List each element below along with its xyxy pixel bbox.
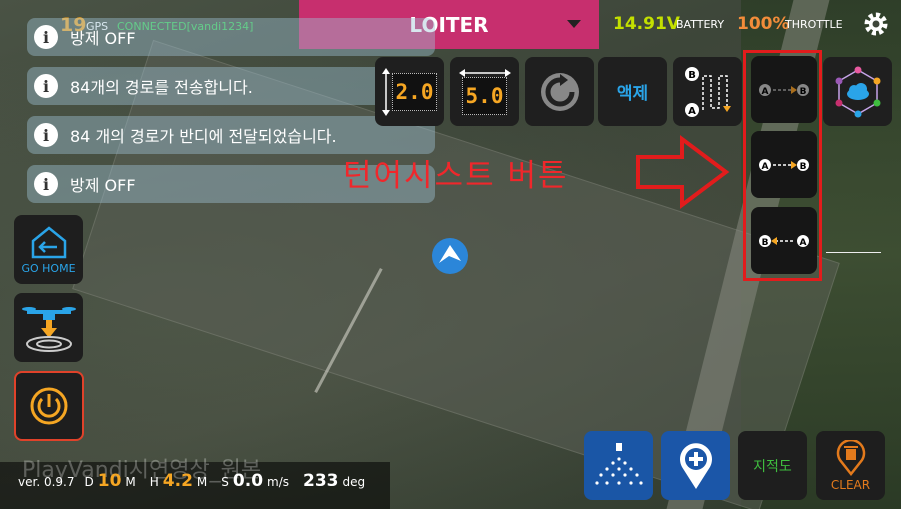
a-to-b-icon: A B: [759, 84, 809, 97]
height-value: 2.0: [391, 72, 438, 111]
cadastral-map-button[interactable]: 지적도: [738, 431, 807, 500]
add-location-icon: [679, 442, 712, 489]
message-item: i 방제 OFF: [27, 18, 435, 56]
turn-assist-a-to-b-button[interactable]: A B: [751, 131, 817, 198]
distance-value: 10: [97, 471, 122, 491]
svg-text:A: A: [762, 87, 769, 97]
cadastral-map-label: 지적도: [753, 458, 792, 475]
height-label: H: [149, 475, 159, 489]
clear-button[interactable]: CLEAR: [816, 431, 885, 500]
speed-value: 0.0: [232, 471, 264, 491]
svg-text:B: B: [800, 87, 807, 97]
spray-nozzle-icon: [594, 442, 643, 485]
spacing-value: 5.0: [461, 76, 508, 115]
distance-label: D: [84, 475, 94, 489]
info-icon: i: [34, 172, 58, 196]
route-pattern-icon: B A: [684, 66, 731, 117]
go-home-label: GO HOME: [21, 261, 76, 275]
throttle-label: THROTTLE: [785, 18, 843, 31]
power-icon: [30, 387, 68, 425]
info-icon: i: [34, 74, 58, 98]
annotation-arrow-icon: [636, 135, 730, 209]
turn-assist-annotation: 턴어시스트 버튼: [343, 158, 569, 194]
message-text: 84 개의 경로가 반디에 전달되었습니다.: [70, 127, 337, 146]
vertical-arrow-icon: [381, 67, 390, 116]
clear-label: CLEAR: [830, 477, 871, 492]
reset-button[interactable]: [525, 57, 594, 126]
altitude-value: 4.2: [162, 471, 193, 491]
land-button[interactable]: [14, 293, 83, 362]
cloud-network-icon: [835, 66, 880, 117]
liquid-mode-button[interactable]: 액제: [598, 57, 667, 126]
route-pattern-button[interactable]: B A: [673, 57, 742, 126]
distance-unit: M: [125, 475, 136, 489]
drone-land-icon: [21, 306, 76, 352]
svg-text:B: B: [688, 70, 696, 81]
speed-unit: m/s: [267, 475, 290, 489]
message-text: 방제 OFF: [70, 176, 136, 195]
message-text: 방제 OFF: [70, 29, 136, 48]
message-text: 84개의 경로를 전송합니다.: [70, 78, 253, 97]
spacing-setting-button[interactable]: 5.0: [450, 57, 519, 126]
map-marker-line: [826, 252, 881, 253]
heading-value: 233: [303, 471, 339, 491]
message-item: i 84개의 경로를 전송합니다.: [27, 67, 435, 105]
svg-text:A: A: [762, 162, 769, 172]
telemetry-line: ver. 0.9.7 D 10 M H 4.2 M S 0.0 m/s 233 …: [18, 471, 365, 491]
svg-text:A: A: [688, 106, 696, 117]
heading-unit: deg: [342, 475, 366, 489]
throttle-value: 100%: [737, 14, 790, 34]
liquid-label: 액제: [616, 84, 649, 104]
gear-icon[interactable]: [862, 10, 890, 38]
svg-text:B: B: [762, 238, 769, 248]
b-to-a-icon: B A: [759, 235, 809, 248]
horizontal-arrow-icon: [458, 68, 511, 77]
battery-voltage: 14.91V: [613, 14, 680, 34]
speed-label: S: [221, 475, 229, 489]
svg-text:B: B: [800, 162, 807, 172]
turn-assist-ab-disabled-button[interactable]: A B: [751, 56, 817, 123]
height-unit: M: [196, 475, 208, 489]
battery-label: BATTERY: [676, 18, 725, 31]
cloud-sync-button[interactable]: [823, 57, 892, 126]
refresh-icon: [540, 72, 579, 111]
info-icon: i: [34, 25, 58, 49]
version-text: ver. 0.9.7: [18, 475, 75, 489]
height-setting-button[interactable]: 2.0: [375, 57, 444, 126]
info-icon: i: [34, 123, 58, 147]
spray-button[interactable]: [584, 431, 653, 500]
chevron-down-icon: [567, 20, 581, 28]
go-home-button[interactable]: GO HOME: [14, 215, 83, 284]
drone-position-icon[interactable]: [431, 237, 469, 275]
svg-text:A: A: [800, 238, 807, 248]
home-icon: [31, 225, 66, 258]
add-waypoint-button[interactable]: [661, 431, 730, 500]
power-button[interactable]: [14, 371, 84, 441]
trash-pin-icon: [836, 439, 865, 476]
a-to-b-icon: A B: [759, 159, 809, 172]
turn-assist-b-to-a-button[interactable]: B A: [751, 207, 817, 274]
message-item: i 84 개의 경로가 반디에 전달되었습니다.: [27, 116, 435, 154]
